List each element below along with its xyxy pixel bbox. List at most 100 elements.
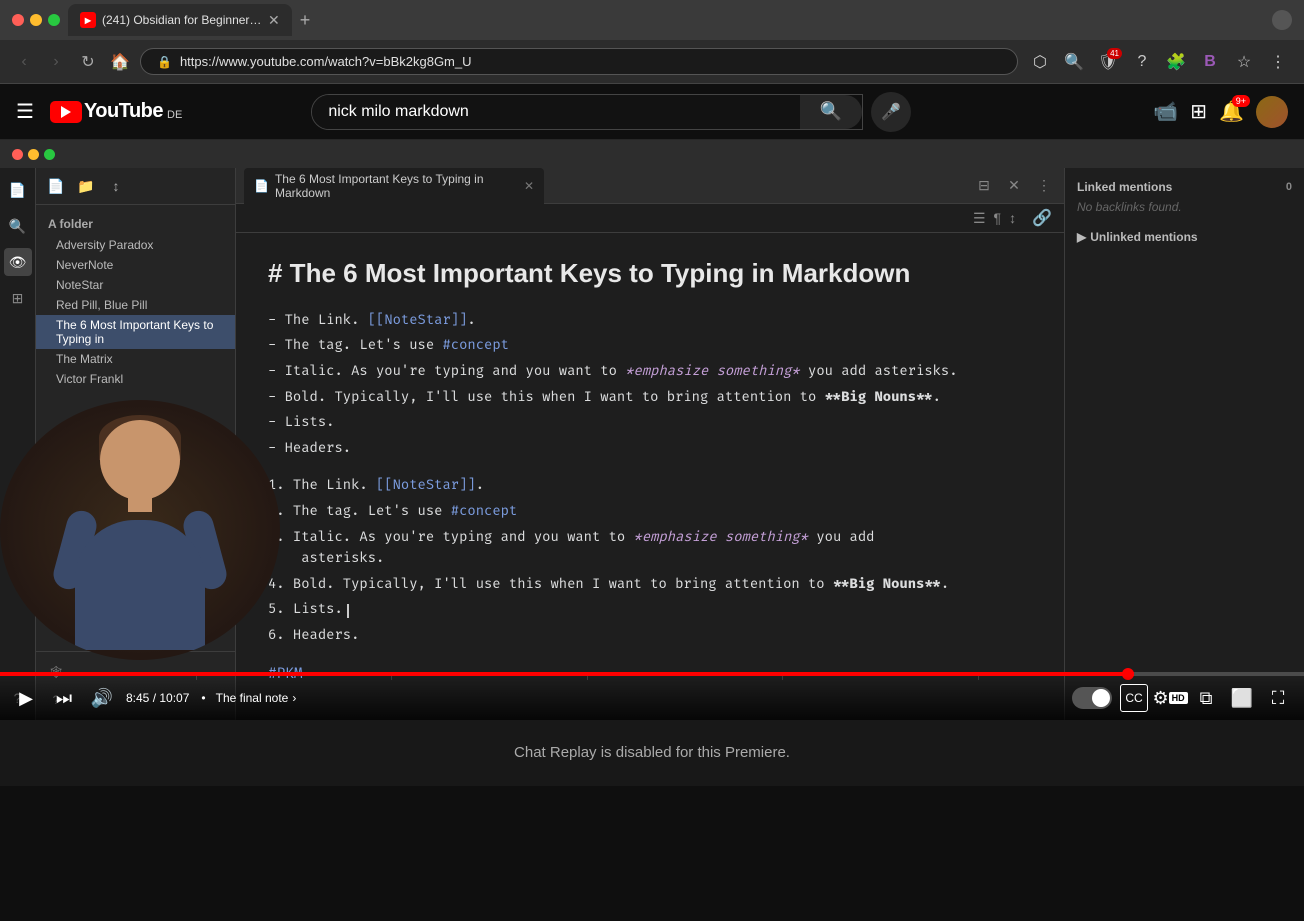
- person-neck: [128, 492, 152, 512]
- chapter-display[interactable]: The final note ›: [216, 691, 297, 705]
- external-link-icon[interactable]: ⬡: [1026, 48, 1054, 76]
- obsidian-close-pane-icon[interactable]: ✕: [1002, 174, 1026, 198]
- next-video-button[interactable]: ⏭: [50, 684, 78, 712]
- obsidian-tab-title: The 6 Most Important Keys to Typing in M…: [275, 172, 518, 200]
- obsidian-tab-close-button[interactable]: ✕: [524, 179, 534, 193]
- obsidian-file-adversity[interactable]: Adversity Paradox: [36, 235, 235, 255]
- bold-icon[interactable]: B: [1196, 48, 1224, 76]
- settings-button[interactable]: ⚙ HD: [1156, 684, 1184, 712]
- youtube-apps-button[interactable]: ⊞: [1190, 99, 1207, 124]
- obsidian-search-icon[interactable]: 🔍: [4, 212, 32, 240]
- youtube-logo-icon: [50, 101, 82, 123]
- person-head: [100, 420, 180, 500]
- obsidian-ol-line-5: 5. Lists.: [268, 600, 1032, 622]
- person-body: [75, 520, 205, 650]
- obsidian-file-redpill[interactable]: Red Pill, Blue Pill: [36, 295, 235, 315]
- extension-icon[interactable]: 🧩: [1162, 48, 1190, 76]
- profile-icon[interactable]: [1272, 10, 1292, 30]
- youtube-header: ☰ YouTube DE 🔍 🎤 📹 ⊞ 🔔9+: [0, 84, 1304, 140]
- minimize-button[interactable]: [30, 14, 42, 26]
- obsidian-active-tab[interactable]: 📄 The 6 Most Important Keys to Typing in…: [244, 168, 544, 204]
- obsidian-file-matrix[interactable]: The Matrix: [36, 349, 235, 369]
- captions-button[interactable]: CC: [1120, 684, 1148, 712]
- obsidian-list-view-icon[interactable]: ☰: [973, 210, 986, 227]
- tab-close-button[interactable]: ✕: [268, 12, 280, 29]
- star-icon[interactable]: ☆: [1230, 48, 1258, 76]
- obsidian-sort-order-icon[interactable]: ↕: [1009, 210, 1016, 226]
- obsidian-outline-icon[interactable]: ¶: [994, 210, 1002, 226]
- traffic-lights: [12, 14, 60, 26]
- obsidian-files-icon[interactable]: 📄: [4, 176, 32, 204]
- youtube-header-actions: 📹 ⊞ 🔔9+: [1153, 96, 1288, 128]
- obsidian-line-3: - Italic. As you're typing and you want …: [268, 362, 1032, 384]
- question-icon[interactable]: ?: [1128, 48, 1156, 76]
- youtube-search-bar: 🔍: [311, 94, 863, 130]
- browser-toolbar-right: ⬡ 🔍 🛡41 ? 🧩 B ☆ ⋮: [1026, 48, 1292, 76]
- tab-title: (241) Obsidian for Beginners: 6: [102, 13, 262, 27]
- bold-text-1: **Big Nouns**: [825, 390, 933, 406]
- obsidian-ol-line-2: 2. The tag. Let's use #concept: [268, 502, 1032, 524]
- youtube-mic-button[interactable]: 🎤: [871, 92, 911, 132]
- obsidian-pane-options-icon[interactable]: ⋮: [1032, 174, 1056, 198]
- obsidian-plugins-icon[interactable]: ⊞: [4, 284, 32, 312]
- miniplayer-button[interactable]: ⧉: [1192, 684, 1220, 712]
- concept-tag-1[interactable]: #concept: [442, 338, 508, 354]
- address-bar[interactable]: 🔒 https://www.youtube.com/watch?v=bBk2kg…: [140, 48, 1018, 75]
- back-button[interactable]: ‹: [12, 50, 36, 74]
- youtube-search-input[interactable]: [312, 95, 800, 129]
- obsidian-file-6keys[interactable]: The 6 Most Important Keys to Typing in: [36, 315, 235, 349]
- obsidian-file-nevernote[interactable]: NeverNote: [36, 255, 235, 275]
- obsidian-close-button[interactable]: [12, 149, 23, 160]
- concept-tag-2[interactable]: #concept: [451, 504, 517, 520]
- obsidian-editor-content[interactable]: # The 6 Most Important Keys to Typing in…: [236, 233, 1064, 720]
- hamburger-menu-icon[interactable]: ☰: [16, 99, 34, 124]
- close-button[interactable]: [12, 14, 24, 26]
- bold-text-2: **Big Nouns**: [833, 577, 941, 593]
- shield-icon[interactable]: 🛡41: [1094, 48, 1122, 76]
- notestar-link-1[interactable]: [[NoteStar]]: [368, 313, 468, 329]
- obsidian-expand-icon[interactable]: ▶: [1077, 230, 1086, 244]
- obsidian-maximize-button[interactable]: [44, 149, 55, 160]
- notifications-button[interactable]: 🔔9+: [1219, 99, 1244, 124]
- video-presenter-overlay: [0, 400, 280, 660]
- home-button[interactable]: 🏠: [108, 50, 132, 74]
- obsidian-unlinked-title: ▶ Unlinked mentions: [1077, 230, 1292, 244]
- obsidian-graph-icon[interactable]: 👁: [4, 248, 32, 276]
- obsidian-tab-actions: ⊟ ✕ ⋮: [972, 174, 1056, 198]
- autoplay-toggle[interactable]: [1072, 687, 1112, 709]
- obsidian-unlinked-mentions-section: ▶ Unlinked mentions: [1077, 230, 1292, 244]
- person-silhouette: [40, 410, 240, 650]
- youtube-search-button[interactable]: 🔍: [800, 95, 862, 129]
- maximize-button[interactable]: [48, 14, 60, 26]
- obsidian-file-frankl[interactable]: Victor Frankl: [36, 369, 235, 389]
- more-options-icon[interactable]: ⋮: [1264, 48, 1292, 76]
- italic-text-2: *emphasize something*: [634, 530, 808, 546]
- obsidian-file-notestar[interactable]: NoteStar: [36, 275, 235, 295]
- obsidian-folder-label: A folder: [36, 213, 235, 235]
- autoplay-toggle-knob: [1092, 689, 1110, 707]
- obsidian-editor-area: 📄 The 6 Most Important Keys to Typing in…: [236, 168, 1064, 720]
- browser-search-icon[interactable]: 🔍: [1060, 48, 1088, 76]
- obsidian-sort-icon[interactable]: ↕: [104, 174, 128, 198]
- create-video-button[interactable]: 📹: [1153, 99, 1178, 124]
- forward-button[interactable]: ›: [44, 50, 68, 74]
- obsidian-link-icon[interactable]: 🔗: [1032, 208, 1052, 228]
- obsidian-new-folder-icon[interactable]: 📁: [74, 174, 98, 198]
- obsidian-right-panel: Linked mentions 0 No backlinks found. ▶ …: [1064, 168, 1304, 720]
- user-avatar[interactable]: [1256, 96, 1288, 128]
- refresh-button[interactable]: ↻: [76, 50, 100, 74]
- theater-mode-button[interactable]: ⬜: [1228, 684, 1256, 712]
- play-pause-button[interactable]: ▶: [12, 684, 40, 712]
- browser-tab-active[interactable]: ▶ (241) Obsidian for Beginners: 6 ✕: [68, 4, 292, 36]
- video-player[interactable]: 📄 🔍 👁 ⊞ ? 📄 📁 ↕ A folder Adversity Parad…: [0, 140, 1304, 720]
- youtube-logo[interactable]: YouTube DE: [50, 100, 182, 123]
- obsidian-new-note-icon[interactable]: 📄: [44, 174, 68, 198]
- obsidian-tab-icon: 📄: [254, 179, 269, 193]
- obsidian-more-panes-icon[interactable]: ⊟: [972, 174, 996, 198]
- volume-button[interactable]: 🔊: [88, 684, 116, 712]
- new-tab-button[interactable]: +: [300, 10, 311, 31]
- obsidian-minimize-button[interactable]: [28, 149, 39, 160]
- fullscreen-button[interactable]: ⛶: [1264, 684, 1292, 712]
- notestar-link-2[interactable]: [[NoteStar]]: [376, 478, 476, 494]
- obsidian-line-1: - The Link. [[NoteStar]].: [268, 311, 1032, 333]
